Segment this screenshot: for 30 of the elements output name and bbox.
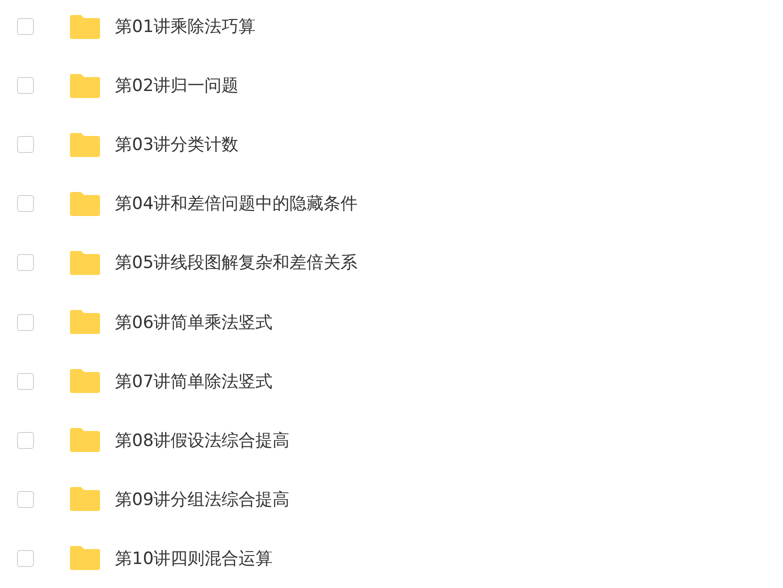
checkbox[interactable] bbox=[17, 254, 34, 272]
folder-icon bbox=[70, 546, 100, 570]
checkbox[interactable] bbox=[17, 195, 34, 212]
checkbox[interactable] bbox=[17, 18, 34, 36]
checkbox[interactable] bbox=[17, 77, 34, 94]
checkbox[interactable] bbox=[17, 432, 34, 449]
folder-icon bbox=[70, 310, 100, 334]
folder-name[interactable]: 第05讲线段图解复杂和差倍关系 bbox=[115, 251, 358, 274]
folder-name[interactable]: 第09讲分组法综合提高 bbox=[115, 488, 290, 511]
folder-name[interactable]: 第07讲简单除法竖式 bbox=[115, 370, 273, 393]
folder-icon bbox=[70, 14, 100, 39]
checkbox[interactable] bbox=[17, 550, 34, 567]
folder-name[interactable]: 第10讲四则混合运算 bbox=[115, 546, 273, 570]
checkbox[interactable] bbox=[17, 490, 34, 508]
folder-icon bbox=[70, 250, 100, 275]
folder-icon bbox=[70, 132, 100, 157]
folder-name[interactable]: 第03讲分类计数 bbox=[115, 133, 239, 156]
checkbox[interactable] bbox=[17, 372, 34, 390]
folder-name[interactable]: 第06讲简单乘法竖式 bbox=[115, 310, 273, 334]
folder-name[interactable]: 第02讲归一问题 bbox=[115, 74, 239, 98]
checkbox[interactable] bbox=[17, 136, 34, 154]
folder-name[interactable]: 第01讲乘除法巧算 bbox=[115, 15, 256, 38]
folder-icon bbox=[70, 428, 100, 452]
checkbox[interactable] bbox=[17, 314, 34, 331]
folder-icon bbox=[70, 192, 100, 216]
folder-icon bbox=[70, 487, 100, 512]
folder-icon bbox=[70, 74, 100, 98]
folder-name[interactable]: 第08讲假设法综合提高 bbox=[115, 428, 290, 452]
folder-icon bbox=[70, 369, 100, 394]
folder-name[interactable]: 第04讲和差倍问题中的隐藏条件 bbox=[115, 192, 358, 216]
